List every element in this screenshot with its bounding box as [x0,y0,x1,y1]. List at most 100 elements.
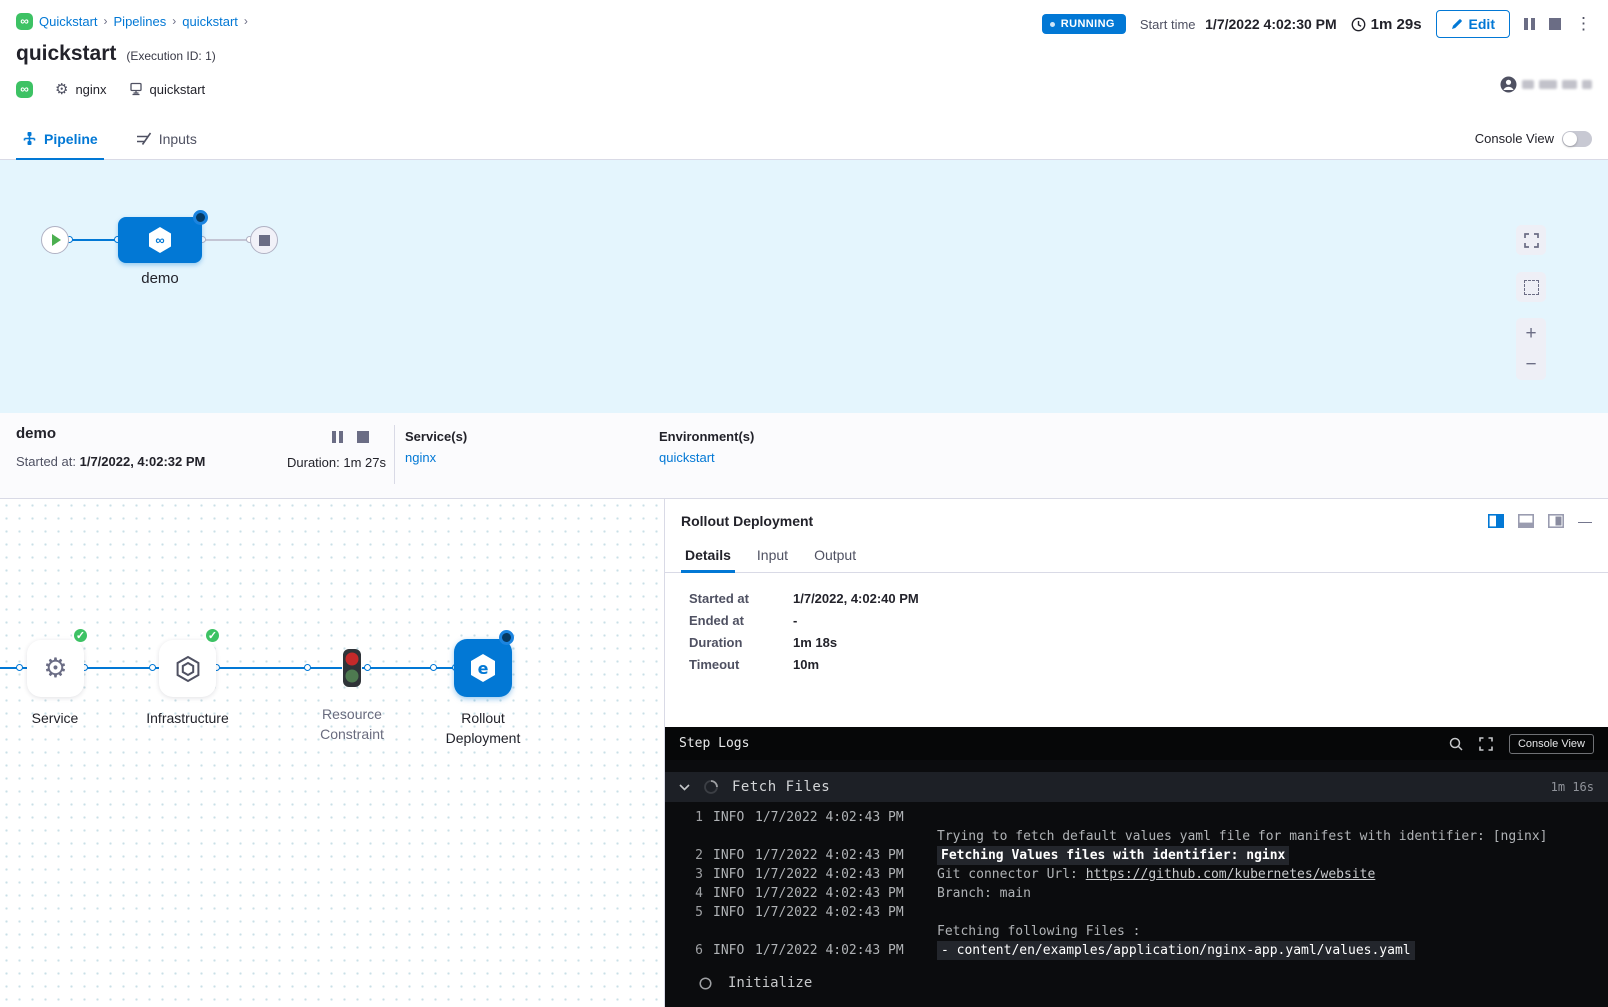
stage-node-demo[interactable]: ∞ [118,217,202,263]
pipeline-end-node[interactable] [250,226,278,254]
tab-input[interactable]: Input [757,547,788,572]
pause-icon [332,431,343,443]
tab-output[interactable]: Output [814,547,856,572]
pause-execution-button[interactable] [1524,18,1535,30]
edit-button[interactable]: Edit [1436,10,1510,38]
section-duration: 1m 16s [1551,780,1594,794]
breadcrumb-quickstart[interactable]: Quickstart [39,14,98,29]
service-link[interactable]: nginx [405,450,467,465]
detail-row: Timeout 10m [689,657,1608,672]
console-view-label: Console View [1475,131,1554,146]
log-line: 1INFO1/7/2022 4:02:43 PM [687,808,1608,827]
log-link[interactable]: https://github.com/kubernetes/website [1086,867,1376,882]
breadcrumb-pipelines[interactable]: Pipelines [114,14,167,29]
stage-label: demo [118,270,202,287]
step-logs-title: Step Logs [679,736,1449,751]
layout-horizontal-split-button[interactable] [1518,514,1534,528]
detail-row: Started at 1/7/2022, 4:02:40 PM [689,591,1608,606]
avatar-icon [1500,76,1517,93]
svg-text:e: e [478,659,489,678]
pipeline-canvas[interactable]: ∞ demo + − [0,160,1608,413]
connector-dot [430,664,437,671]
more-options-button[interactable]: ⋮ [1575,18,1592,30]
environment-icon [129,82,143,96]
running-dot-icon [1050,22,1055,27]
step-node-infrastructure[interactable] [159,640,216,697]
traffic-light-icon [341,648,363,688]
logs-search-button[interactable] [1449,737,1463,751]
canvas-fit-selection-button[interactable] [1516,272,1546,302]
start-time: Start time 1/7/2022 4:02:30 PM [1140,16,1337,32]
edge [216,667,342,669]
redacted-username [1522,80,1534,89]
step-label-resource-constraint: Resource Constraint [302,704,402,744]
pending-circle-icon [699,977,712,990]
step-logs-panel: Step Logs Cons [665,727,1608,1007]
step-node-resource-constraint[interactable] [341,648,363,688]
log-line: 4INFO1/7/2022 4:02:43 PMBranch: main [687,884,1608,903]
clock-icon [1351,17,1366,32]
logs-console-view-button[interactable]: Console View [1509,734,1594,754]
success-check-icon: ✓ [204,627,221,644]
play-icon [52,234,61,246]
breadcrumb-separator: › [172,14,176,28]
step-graph-canvas[interactable]: ⚙ ✓ Service ✓ Infrastructure [0,499,664,1007]
meta-row: ∞ ⚙ nginx quickstart [16,80,1592,98]
connector-dot [364,664,371,671]
step-details: Started at 1/7/2022, 4:02:40 PM Ended at… [665,573,1608,727]
cd-module-icon: ∞ [16,13,33,30]
gear-icon: ⚙ [55,80,68,98]
panel-header: Rollout Deployment [665,499,1608,535]
execution-area: ⚙ ✓ Service ✓ Infrastructure [0,499,1608,1007]
canvas-fullscreen-button[interactable] [1516,225,1546,255]
environment-link[interactable]: quickstart [659,450,754,465]
rollout-deployment-icon: e [466,651,500,685]
edge-stage-to-end [202,239,250,241]
right-panel-icon [1548,514,1564,528]
redacted-username [1539,80,1557,89]
tab-pipeline[interactable]: Pipeline [16,118,104,159]
connector-dot [16,664,23,671]
stage-duration: Duration: 1m 27s [287,455,386,470]
success-check-icon: ✓ [72,627,89,644]
layout-right-panel-button[interactable] [1548,514,1564,528]
pipeline-icon [22,131,37,146]
console-view-toggle[interactable] [1562,131,1592,147]
logs-fullscreen-button[interactable] [1479,737,1493,751]
page-header: ∞ Quickstart › Pipelines › quickstart › … [0,0,1608,118]
stage-abort-button[interactable] [357,431,369,443]
fullscreen-icon [1524,233,1539,248]
zoom-in-button[interactable]: + [1516,318,1546,349]
step-node-service[interactable]: ⚙ [27,640,84,697]
service-tag[interactable]: ⚙ nginx [55,80,107,98]
gear-icon: ⚙ [43,653,67,684]
abort-execution-button[interactable] [1549,18,1561,30]
pipeline-start-node[interactable] [41,226,69,254]
edge-start-to-stage [69,239,118,241]
redacted-username [1562,80,1577,89]
execution-id: (Execution ID: 1) [126,49,215,63]
breadcrumb-pipeline-name[interactable]: quickstart [182,14,238,29]
vertical-split-icon [1488,514,1504,528]
step-details-panel: Rollout Deployment [664,499,1608,1007]
zoom-out-button[interactable]: − [1516,349,1546,380]
page-title: quickstart [16,42,116,66]
edge [362,667,455,669]
log-section-fetch-files[interactable]: Fetch Files 1m 16s [665,772,1608,802]
log-line: 5INFO1/7/2022 4:02:43 PM [687,903,1608,922]
log-body: 1INFO1/7/2022 4:02:43 PM Trying to fetch… [665,802,1608,960]
panel-minimize-button[interactable]: — [1578,513,1592,529]
tab-details[interactable]: Details [685,547,731,572]
log-section-initialize[interactable]: Initialize [699,970,1608,996]
layout-vertical-split-button[interactable] [1488,514,1504,528]
user-info [1500,76,1592,93]
step-node-rollout-deployment[interactable]: e [454,639,512,697]
infrastructure-hexagon-icon [173,654,203,684]
stage-pause-button[interactable] [332,431,343,443]
end-stop-icon [259,235,270,246]
search-icon [1449,737,1463,751]
tab-inputs[interactable]: Inputs [130,118,203,159]
environment-tag[interactable]: quickstart [129,82,206,97]
fullscreen-icon [1479,737,1493,751]
breadcrumb-separator: › [104,14,108,28]
